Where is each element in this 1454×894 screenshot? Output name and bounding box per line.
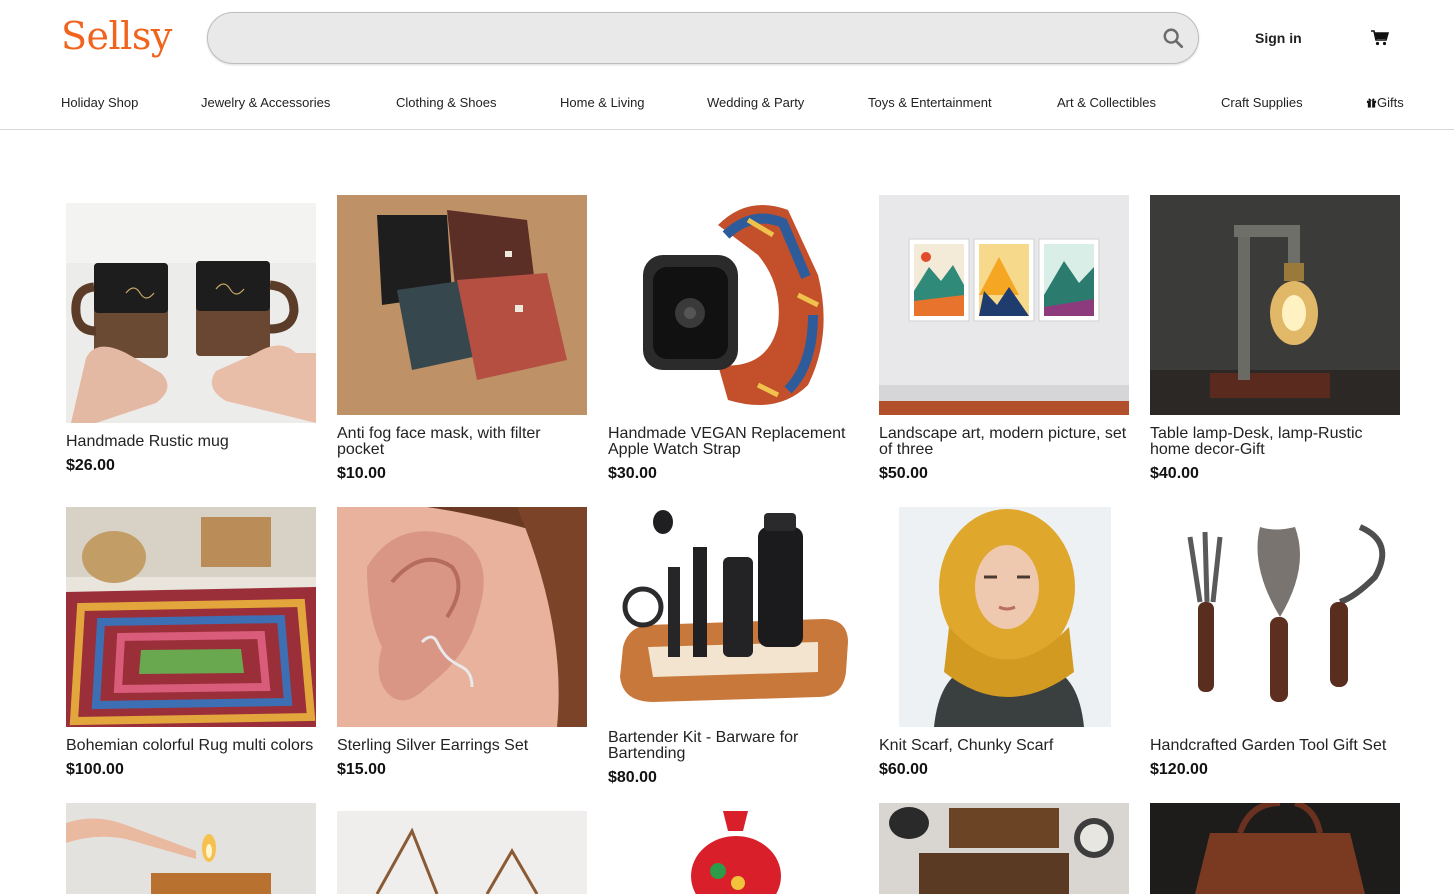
product-image-knit-scarf[interactable] bbox=[879, 507, 1129, 727]
nav-jewelry-accessories[interactable]: Jewelry & Accessories bbox=[201, 95, 330, 110]
nav-toys-entertainment[interactable]: Toys & Entertainment bbox=[868, 95, 992, 110]
product-image-mug[interactable] bbox=[66, 203, 316, 423]
product-title[interactable]: Bartender Kit - Barware for Bartending bbox=[608, 730, 858, 762]
product-card[interactable]: Knit Scarf, Chunky Scarf $60.00 bbox=[879, 507, 1129, 787]
search-input[interactable] bbox=[226, 13, 1150, 65]
product-card[interactable] bbox=[66, 803, 316, 894]
product-title[interactable]: Bohemian colorful Rug multi colors bbox=[66, 738, 316, 754]
product-image-earrings[interactable] bbox=[337, 507, 587, 727]
product-price: $120.00 bbox=[1150, 761, 1208, 778]
product-price: $30.00 bbox=[608, 465, 657, 482]
nav-gifts[interactable]: Gifts bbox=[1366, 95, 1404, 110]
product-card[interactable]: Bartender Kit - Barware for Bartending $… bbox=[608, 507, 858, 797]
product-image-candle[interactable] bbox=[66, 803, 316, 894]
product-image-table-lamp[interactable] bbox=[1150, 195, 1400, 415]
nav-art-collectibles[interactable]: Art & Collectibles bbox=[1057, 95, 1156, 110]
product-image-pomegranate[interactable] bbox=[608, 811, 858, 894]
product-price: $50.00 bbox=[879, 465, 928, 482]
nav-gifts-label: Gifts bbox=[1377, 95, 1404, 110]
product-title[interactable]: Handmade Rustic mug bbox=[66, 434, 316, 450]
product-image-garden-tools[interactable] bbox=[1150, 507, 1400, 727]
product-title[interactable]: Knit Scarf, Chunky Scarf bbox=[879, 738, 1129, 754]
product-card[interactable] bbox=[337, 811, 587, 894]
nav-craft-supplies[interactable]: Craft Supplies bbox=[1221, 95, 1303, 110]
nav-clothing-shoes[interactable]: Clothing & Shoes bbox=[396, 95, 496, 110]
product-card[interactable] bbox=[879, 803, 1129, 894]
product-card[interactable]: Anti fog face mask, with filter pocket $… bbox=[337, 195, 587, 485]
search-bar[interactable] bbox=[207, 12, 1199, 65]
product-card[interactable]: Landscape art, modern picture, set of th… bbox=[879, 195, 1129, 485]
product-title[interactable]: Sterling Silver Earrings Set bbox=[337, 738, 587, 754]
product-title[interactable]: Handcrafted Garden Tool Gift Set bbox=[1150, 738, 1400, 754]
product-title[interactable]: Anti fog face mask, with filter pocket bbox=[337, 426, 587, 458]
product-title[interactable]: Landscape art, modern picture, set of th… bbox=[879, 426, 1129, 458]
product-price: $10.00 bbox=[337, 465, 386, 482]
product-card[interactable]: Handmade Rustic mug $26.00 bbox=[66, 203, 316, 483]
product-card[interactable]: Bohemian colorful Rug multi colors $100.… bbox=[66, 507, 316, 787]
gift-icon bbox=[1366, 98, 1377, 108]
site-header: Sellsy Sign in Holiday Shop Jewelry & Ac… bbox=[0, 0, 1454, 130]
product-price: $26.00 bbox=[66, 457, 115, 474]
category-nav: Holiday Shop Jewelry & Accessories Cloth… bbox=[0, 95, 1454, 115]
search-icon[interactable] bbox=[1162, 27, 1184, 49]
product-price: $60.00 bbox=[879, 761, 928, 778]
product-image-watch-strap[interactable] bbox=[608, 195, 858, 415]
nav-home-living[interactable]: Home & Living bbox=[560, 95, 645, 110]
product-card[interactable]: Sterling Silver Earrings Set $15.00 bbox=[337, 507, 587, 787]
product-card[interactable] bbox=[1150, 803, 1400, 894]
sign-in-link[interactable]: Sign in bbox=[1255, 30, 1302, 46]
product-price: $80.00 bbox=[608, 769, 657, 786]
product-card[interactable] bbox=[608, 811, 858, 894]
product-image-leather-bag[interactable] bbox=[1150, 803, 1400, 894]
product-price: $40.00 bbox=[1150, 465, 1199, 482]
product-title[interactable]: Table lamp-Desk, lamp-Rustic home decor-… bbox=[1150, 426, 1400, 458]
logo[interactable]: Sellsy bbox=[61, 14, 172, 58]
product-card[interactable]: Handmade VEGAN Replacement Apple Watch S… bbox=[608, 195, 858, 485]
product-image-watch-box[interactable] bbox=[879, 803, 1129, 894]
product-image-bartender-kit[interactable] bbox=[608, 507, 858, 727]
product-card[interactable]: Table lamp-Desk, lamp-Rustic home decor-… bbox=[1150, 195, 1400, 485]
nav-wedding-party[interactable]: Wedding & Party bbox=[707, 95, 804, 110]
nav-holiday-shop[interactable]: Holiday Shop bbox=[61, 95, 138, 110]
product-price: $15.00 bbox=[337, 761, 386, 778]
product-price: $100.00 bbox=[66, 761, 124, 778]
product-image-face-mask[interactable] bbox=[337, 195, 587, 415]
product-image-rug[interactable] bbox=[66, 507, 316, 727]
product-title[interactable]: Handmade VEGAN Replacement Apple Watch S… bbox=[608, 426, 858, 458]
product-card[interactable]: Handcrafted Garden Tool Gift Set $120.00 bbox=[1150, 507, 1400, 787]
product-image-wire-decor[interactable] bbox=[337, 811, 587, 894]
product-image-landscape-art[interactable] bbox=[879, 195, 1129, 415]
cart-icon[interactable] bbox=[1371, 30, 1389, 46]
